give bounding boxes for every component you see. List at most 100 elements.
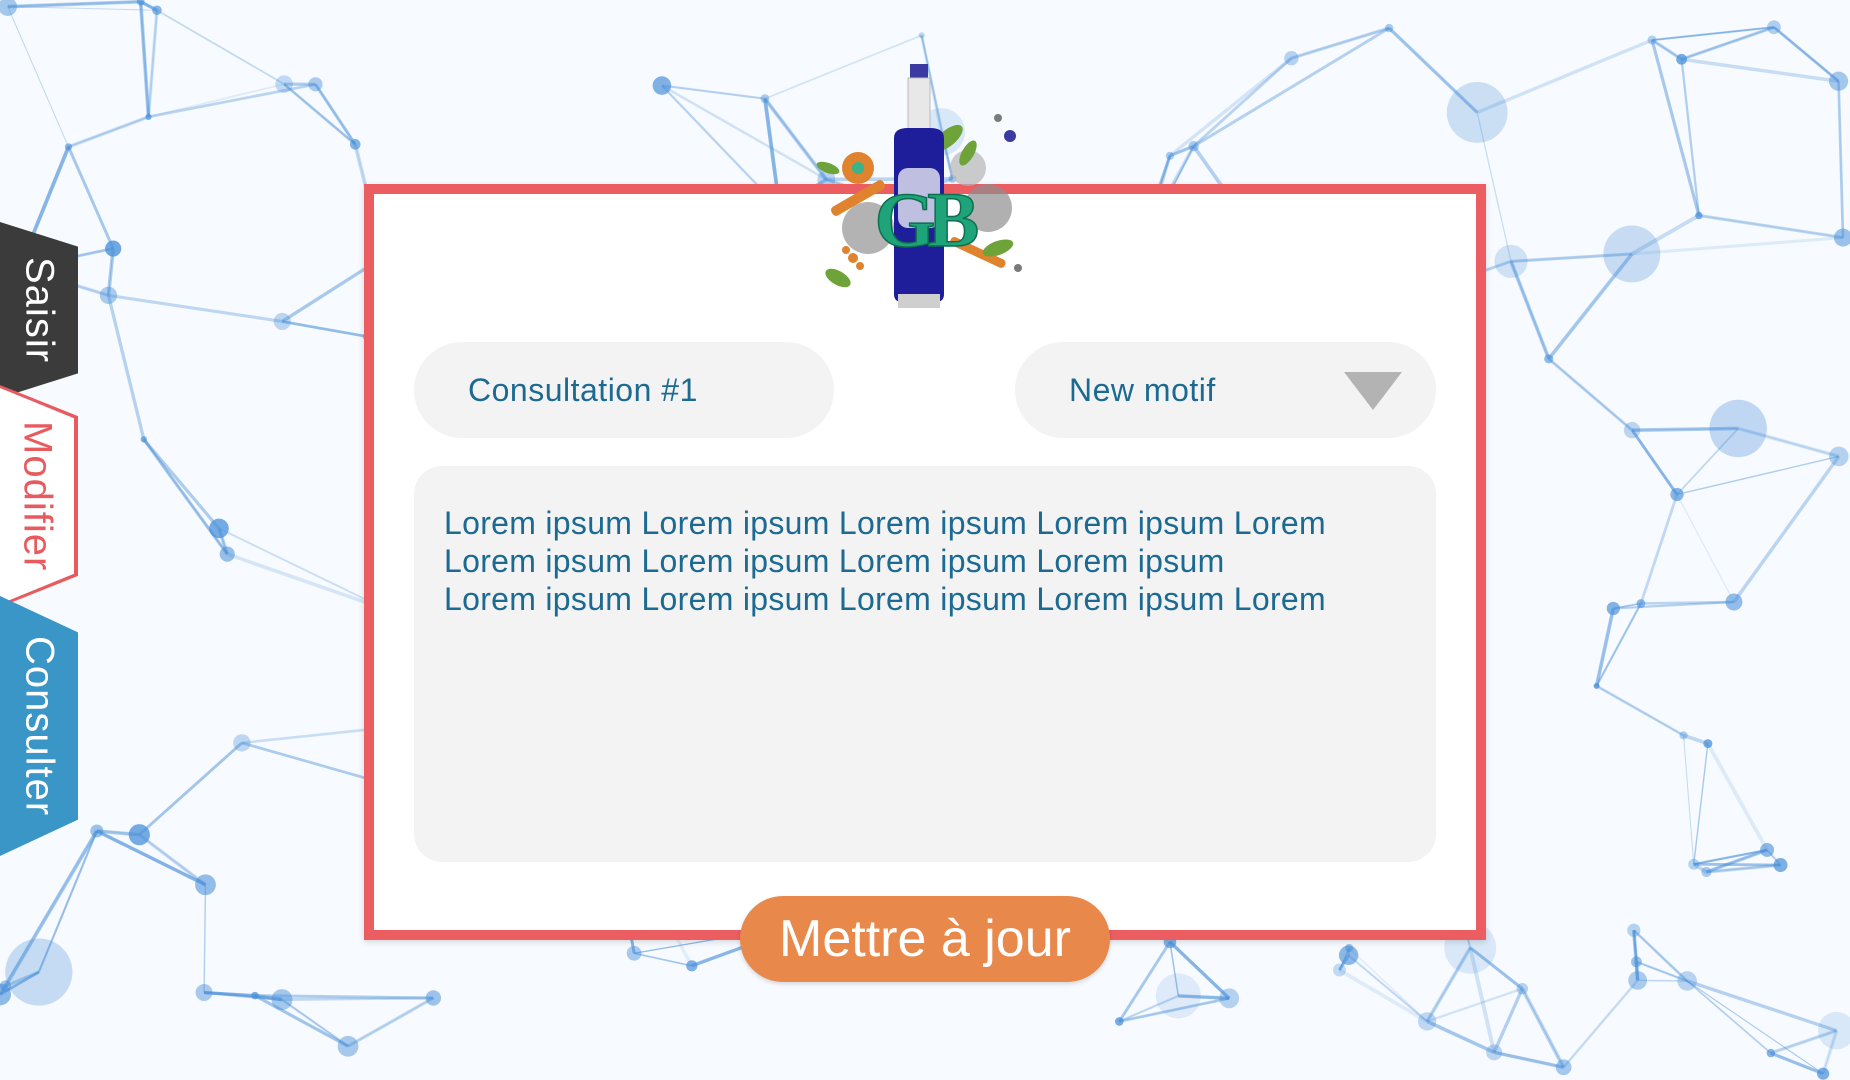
network-node [1284, 50, 1299, 66]
network-line [1192, 26, 1390, 148]
network-line [1686, 980, 1824, 1075]
network-node [626, 945, 642, 961]
network-node [0, 0, 18, 16]
network-node [1486, 1044, 1503, 1061]
network-line [1650, 39, 1701, 216]
network-node [1766, 1048, 1776, 1058]
network-line [139, 1, 150, 117]
network-line [1639, 494, 1679, 604]
network-node [686, 960, 698, 972]
notes-line: Lorem ipsum Lorem ipsum Lorem ipsum Lore… [444, 505, 1326, 541]
tab-consulter[interactable]: Consulter [0, 596, 78, 856]
network-line [1693, 862, 1781, 867]
network-line [146, 10, 159, 118]
network-line [241, 741, 376, 783]
network-line [282, 320, 368, 338]
network-line [1426, 1020, 1495, 1054]
network-node [219, 546, 235, 562]
network-node [145, 113, 152, 120]
network-line [241, 727, 375, 745]
network-node [1384, 23, 1394, 33]
network-line [1686, 979, 1838, 1033]
network-line [138, 741, 243, 836]
network-node [652, 76, 672, 95]
network-node [1829, 446, 1849, 467]
network-line [218, 527, 387, 611]
logo-letters: GB [875, 176, 978, 263]
network-line [1168, 56, 1293, 158]
network-line [633, 952, 692, 967]
network-line [7, 6, 69, 148]
network-node [275, 75, 293, 93]
network-line [1682, 735, 1695, 865]
network-node [1760, 842, 1775, 857]
network-node [349, 139, 361, 150]
network-node [251, 991, 259, 1000]
network-line [281, 999, 349, 1047]
network-line [254, 994, 349, 1048]
notes-textarea[interactable]: Lorem ipsum Lorem ipsum Lorem ipsum Lore… [414, 466, 1436, 862]
network-node [195, 984, 213, 1002]
network-node [1417, 1012, 1437, 1031]
dropdown-arrow-icon[interactable] [1344, 372, 1402, 410]
motif-selected-value: New motif [1069, 371, 1216, 408]
network-line [1631, 236, 1844, 256]
network-node [140, 436, 148, 443]
network-node [1516, 982, 1529, 995]
network-node [1647, 35, 1657, 45]
network-line [1693, 743, 1709, 865]
update-button[interactable]: Mettre à jour [740, 896, 1110, 982]
tab-modifier-inner: Modifier [0, 388, 74, 604]
motif-select[interactable]: New motif [1015, 342, 1436, 438]
network-node [105, 240, 122, 257]
network-line [1596, 685, 1684, 736]
network-node [1606, 601, 1620, 616]
network-node [90, 824, 104, 838]
tab-saisir[interactable]: Saisir [0, 222, 78, 398]
network-node [64, 143, 73, 151]
network-node [1544, 354, 1554, 364]
network-line [1595, 608, 1615, 687]
network-line [68, 116, 149, 148]
network-node [1623, 421, 1641, 439]
network-line [347, 996, 435, 1048]
network-line [1290, 26, 1390, 60]
network-node [425, 990, 442, 1006]
network-line [1347, 954, 1428, 1023]
network-line [108, 293, 283, 323]
network-line [1631, 429, 1679, 496]
network-node [128, 824, 150, 846]
network-node [1165, 151, 1174, 160]
network-line [1676, 494, 1735, 603]
network-node [1725, 593, 1743, 611]
network-line [1732, 455, 1841, 603]
network-node [1446, 82, 1508, 143]
network-node [1494, 244, 1528, 278]
network-line [1492, 988, 1524, 1053]
network-node [273, 312, 291, 331]
network-line [7, 6, 157, 11]
update-button-label: Mettre à jour [779, 910, 1071, 968]
network-line [1595, 602, 1642, 687]
consultation-field[interactable]: Consultation #1 [414, 342, 834, 438]
network-node [1703, 739, 1713, 749]
network-line [96, 829, 207, 887]
notes-line: Lorem ipsum Lorem ipsum Lorem ipsum Lore… [444, 543, 1225, 579]
network-node [1670, 487, 1684, 502]
network-node [308, 77, 323, 92]
network-node [1631, 956, 1642, 968]
tab-modifier[interactable]: Modifier [0, 385, 78, 607]
network-node [1332, 963, 1346, 977]
network-line [226, 552, 388, 612]
network-line [1562, 979, 1639, 1069]
network-node [1833, 228, 1850, 247]
network-line [1698, 214, 1844, 239]
network-node [1338, 945, 1359, 965]
network-node [1115, 1017, 1124, 1026]
network-line [7, 0, 141, 9]
network-line [156, 9, 285, 85]
network-node [1219, 988, 1240, 1009]
network-line [1548, 358, 1633, 431]
network-node [1773, 858, 1788, 873]
network-line [1686, 980, 1772, 1054]
